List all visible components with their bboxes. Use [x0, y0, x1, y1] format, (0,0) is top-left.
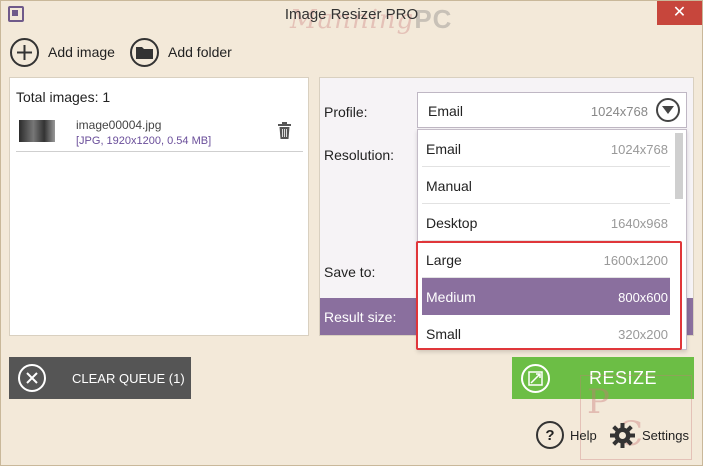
help-icon: ?: [536, 421, 564, 449]
profile-option-small[interactable]: Small 320x200: [422, 315, 670, 349]
result-size-label: Result size:: [324, 309, 397, 325]
profile-label: Profile:: [324, 104, 368, 120]
window-title: Image Resizer PRO: [284, 6, 419, 23]
add-image-button[interactable]: Add image: [10, 37, 115, 67]
save-to-label: Save to:: [324, 264, 376, 280]
trash-icon[interactable]: [278, 122, 291, 144]
add-folder-label: Add folder: [168, 44, 232, 60]
clear-queue-button[interactable]: CLEAR QUEUE (1): [9, 357, 191, 399]
option-resolution: 1600x1200: [603, 253, 668, 268]
image-file-name: image00004.jpg: [76, 118, 162, 132]
plus-icon: [10, 37, 39, 67]
profile-dropdown-list[interactable]: Email 1024x768 Manual Desktop 1640x968 L…: [417, 129, 687, 350]
profile-option-large[interactable]: Large 1600x1200: [422, 241, 670, 278]
title-bar[interactable]: ManningPC Image Resizer PRO ✕: [0, 0, 703, 35]
gear-icon: [609, 422, 636, 449]
profile-option-email[interactable]: Email 1024x768: [422, 130, 670, 167]
settings-label: Settings: [642, 427, 689, 443]
image-file-info: [JPG, 1920x1200, 0.54 MB]: [76, 135, 212, 147]
dropdown-scrollbar[interactable]: [675, 133, 683, 199]
resize-icon: [521, 363, 550, 393]
clear-queue-label: CLEAR QUEUE (1): [72, 370, 185, 386]
image-thumbnail: [19, 120, 55, 142]
add-folder-button[interactable]: Add folder: [130, 37, 232, 67]
resize-label: RESIZE: [589, 367, 658, 388]
settings-button[interactable]: Settings: [609, 421, 689, 449]
selected-profile-resolution: 1024x768: [590, 104, 648, 119]
option-resolution: 800x600: [618, 290, 668, 305]
option-name: Desktop: [426, 215, 478, 231]
chevron-down-icon[interactable]: [656, 98, 680, 122]
profile-option-medium[interactable]: Medium 800x600: [422, 278, 670, 315]
profile-select[interactable]: Email 1024x768: [417, 92, 687, 128]
folder-icon: [130, 37, 159, 67]
option-name: Small: [426, 326, 462, 342]
option-name: Large: [426, 252, 462, 268]
close-button[interactable]: ✕: [657, 1, 702, 25]
option-resolution: 320x200: [618, 327, 668, 342]
profile-option-desktop[interactable]: Desktop 1640x968: [422, 204, 670, 241]
queue-item[interactable]: image00004.jpg [JPG, 1920x1200, 0.54 MB]: [16, 116, 303, 152]
option-name: Email: [426, 141, 462, 157]
option-resolution: 1024x768: [610, 142, 668, 157]
help-label: Help: [570, 427, 597, 443]
add-image-label: Add image: [48, 44, 115, 60]
image-queue-panel[interactable]: Total images: 1 image00004.jpg [JPG, 192…: [9, 77, 309, 336]
option-name: Medium: [426, 289, 476, 305]
help-button[interactable]: ? Help: [536, 421, 597, 449]
total-images-count: Total images: 1: [16, 89, 111, 105]
selected-profile-name: Email: [428, 103, 464, 119]
close-icon: [18, 364, 46, 392]
option-name: Manual: [426, 178, 472, 194]
resize-button[interactable]: RESIZE: [512, 357, 694, 399]
resolution-label: Resolution:: [324, 147, 395, 163]
profile-option-manual[interactable]: Manual: [422, 167, 670, 204]
option-resolution: 1640x968: [610, 216, 668, 231]
